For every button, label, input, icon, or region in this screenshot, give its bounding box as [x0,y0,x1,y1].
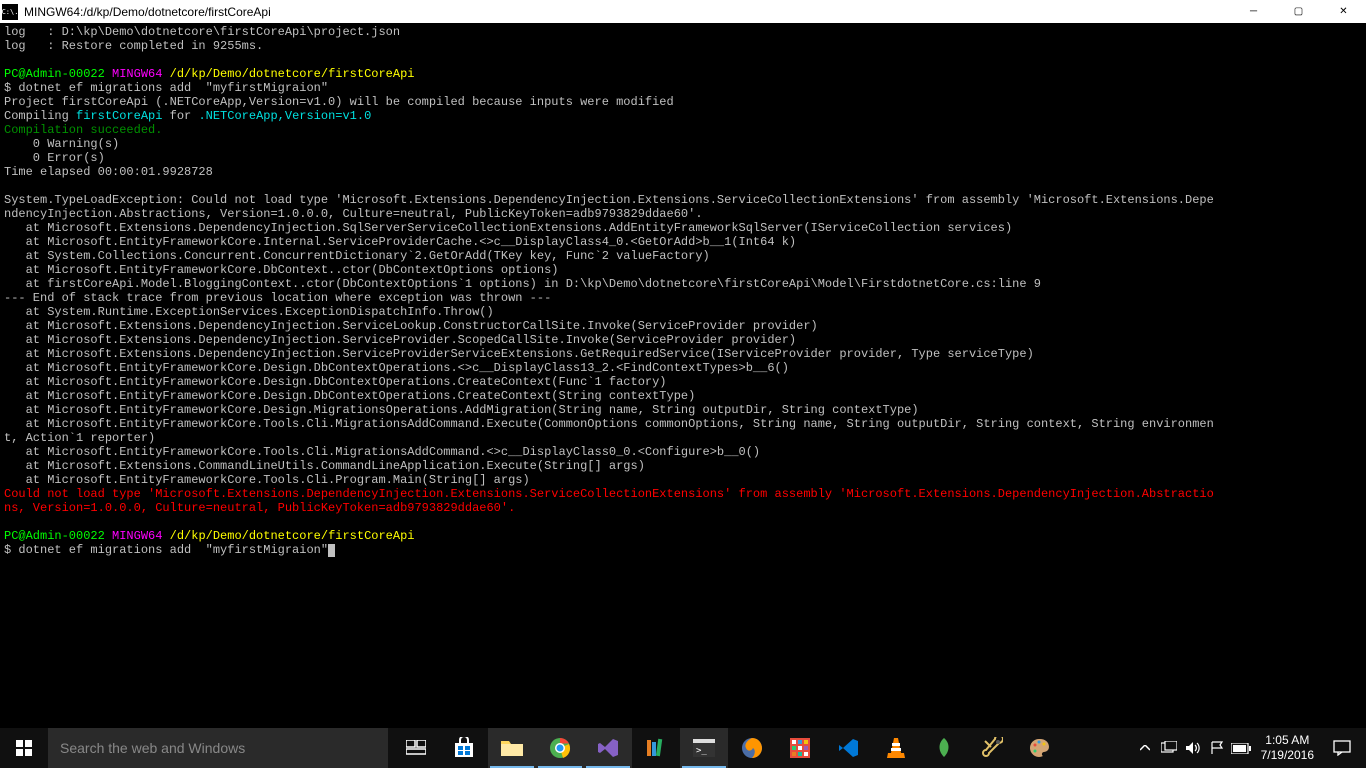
store-icon [452,736,476,760]
prompt-user: PC@Admin-00022 [4,529,105,543]
exception-stack: System.TypeLoadException: Could not load… [4,193,1214,487]
tray-chevron-icon[interactable] [1133,728,1157,768]
minimize-button[interactable]: ─ [1231,0,1276,23]
taskbar: Search the web and Windows [0,728,1366,768]
task-items: >_ [392,728,1064,768]
close-button[interactable]: ✕ [1321,0,1366,23]
taskbar-paint[interactable] [1016,728,1064,768]
vs-icon [596,736,620,760]
task-view-button[interactable] [392,728,440,768]
prompt-path: /d/kp/Demo/dotnetcore/firstCoreApi [162,67,414,81]
taskbar-clock[interactable]: 1:05 AM 7/19/2016 [1253,733,1322,763]
wrench-icon [980,736,1004,760]
project-name: firstCoreApi [76,109,162,123]
command-line: $ dotnet ef migrations add "myfirstMigra… [4,543,328,557]
search-input[interactable]: Search the web and Windows [48,728,388,768]
terminal-output[interactable]: log : D:\kp\Demo\dotnetcore\firstCoreApi… [0,23,1366,728]
chrome-icon [548,736,572,760]
taskbar-vlc[interactable] [872,728,920,768]
palette-icon [1028,736,1052,760]
taskbar-books[interactable] [632,728,680,768]
folder-icon [500,736,524,760]
action-center-button[interactable] [1322,728,1362,768]
start-button[interactable] [0,728,48,768]
compile-success: Compilation succeeded. [4,123,162,137]
books-icon [644,736,668,760]
vscode-icon [836,736,860,760]
taskbar-firefox[interactable] [728,728,776,768]
command-line: $ dotnet ef migrations add "myfirstMigra… [4,81,328,95]
warning-count: 0 Warning(s) 0 Error(s) Time elapsed 00:… [4,137,213,179]
notification-icon [1333,740,1351,756]
prompt-system: MINGW64 [105,529,163,543]
taskbar-file-explorer[interactable] [488,728,536,768]
compile-mid: for [162,109,198,123]
log-output: log : D:\kp\Demo\dotnetcore\firstCoreApi… [4,25,400,53]
window-titlebar: C:\. MINGW64:/d/kp/Demo/dotnetcore/first… [0,0,1366,23]
prompt-system: MINGW64 [105,67,163,81]
taskbar-mongo[interactable] [920,728,968,768]
taskbar-grid-app[interactable] [776,728,824,768]
taskbar-store[interactable] [440,728,488,768]
prompt-path: /d/kp/Demo/dotnetcore/firstCoreApi [162,529,414,543]
compile-prefix: Compiling [4,109,76,123]
window-title: MINGW64:/d/kp/Demo/dotnetcore/firstCoreA… [24,5,1231,19]
grid-icon [788,736,812,760]
window-buttons: ─ ▢ ✕ [1231,0,1366,23]
framework-name: .NETCoreApp,Version=v1.0 [198,109,371,123]
windows-icon [16,740,32,756]
leaf-icon [932,736,956,760]
taskbar-terminal[interactable]: >_ [680,728,728,768]
error-message: Could not load type 'Microsoft.Extension… [4,487,1214,515]
cursor [328,544,335,557]
vlc-icon [884,736,908,760]
maximize-button[interactable]: ▢ [1276,0,1321,23]
terminal-icon: C:\. [2,4,18,20]
tray-network-icon[interactable] [1157,728,1181,768]
task-view-icon [404,736,428,760]
taskbar-vscode[interactable] [824,728,872,768]
tray-battery-icon[interactable] [1229,728,1253,768]
firefox-icon [740,736,764,760]
compile-line: Project firstCoreApi (.NETCoreApp,Versio… [4,95,674,109]
tray-flag-icon[interactable] [1205,728,1229,768]
svg-text:>_: >_ [696,746,707,756]
clock-date: 7/19/2016 [1261,748,1314,763]
taskbar-tools[interactable] [968,728,1016,768]
prompt-user: PC@Admin-00022 [4,67,105,81]
system-tray: 1:05 AM 7/19/2016 [1133,728,1366,768]
tray-volume-icon[interactable] [1181,728,1205,768]
cmd-icon: >_ [692,736,716,760]
taskbar-chrome[interactable] [536,728,584,768]
clock-time: 1:05 AM [1261,733,1314,748]
search-placeholder: Search the web and Windows [60,740,245,756]
taskbar-visual-studio[interactable] [584,728,632,768]
